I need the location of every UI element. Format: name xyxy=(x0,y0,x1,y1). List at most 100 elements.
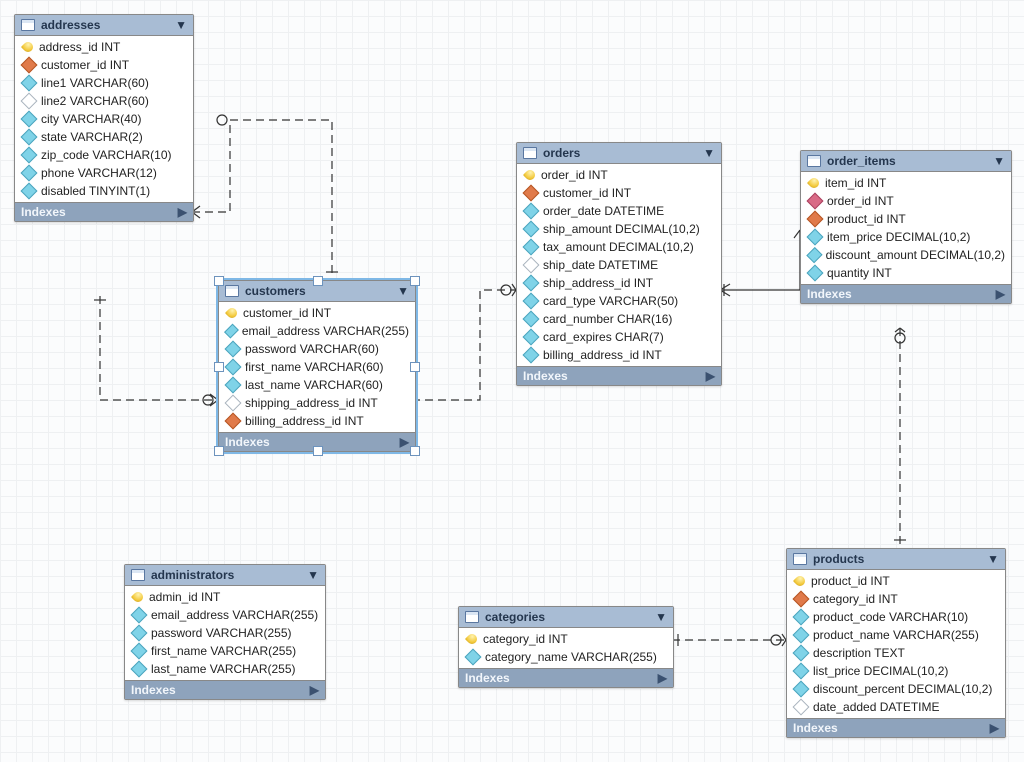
column[interactable]: ship_date DATETIME xyxy=(517,256,721,274)
table-customers[interactable]: customers ▼ customer_id INTemail_address… xyxy=(218,280,416,452)
table-header[interactable]: categories ▼ xyxy=(459,607,673,628)
table-title: products xyxy=(813,552,864,566)
table-administrators[interactable]: administrators ▼ admin_id INTemail_addre… xyxy=(124,564,326,700)
erd-canvas[interactable]: .rel{stroke:#333;stroke-width:1.2;fill:n… xyxy=(0,0,1024,762)
table-header[interactable]: orders ▼ xyxy=(517,143,721,164)
table-header[interactable]: addresses ▼ xyxy=(15,15,193,36)
column[interactable]: disabled TINYINT(1) xyxy=(15,182,193,200)
column-label: card_number CHAR(16) xyxy=(543,312,672,326)
table-categories[interactable]: categories ▼ category_id INTcategory_nam… xyxy=(458,606,674,688)
key-icon xyxy=(131,590,145,604)
chevron-down-icon[interactable]: ▼ xyxy=(987,552,999,566)
column[interactable]: password VARCHAR(255) xyxy=(125,624,325,642)
column[interactable]: city VARCHAR(40) xyxy=(15,110,193,128)
resize-handle[interactable] xyxy=(214,362,224,372)
column[interactable]: shipping_address_id INT xyxy=(219,394,415,412)
table-header[interactable]: products ▼ xyxy=(787,549,1005,570)
chevron-down-icon[interactable]: ▼ xyxy=(655,610,667,624)
column[interactable]: list_price DECIMAL(10,2) xyxy=(787,662,1005,680)
column[interactable]: card_expires CHAR(7) xyxy=(517,328,721,346)
column[interactable]: card_number CHAR(16) xyxy=(517,310,721,328)
column[interactable]: product_id INT xyxy=(801,210,1011,228)
column[interactable]: item_id INT xyxy=(801,174,1011,192)
indexes-footer[interactable]: Indexes ▶ xyxy=(517,366,721,385)
resize-handle[interactable] xyxy=(313,276,323,286)
column-label: product_code VARCHAR(10) xyxy=(813,610,968,624)
resize-handle[interactable] xyxy=(214,276,224,286)
resize-handle[interactable] xyxy=(410,276,420,286)
indexes-footer[interactable]: Indexes ▶ xyxy=(15,202,193,221)
column[interactable]: description TEXT xyxy=(787,644,1005,662)
column[interactable]: customer_id INT xyxy=(517,184,721,202)
column[interactable]: line1 VARCHAR(60) xyxy=(15,74,193,92)
table-header[interactable]: administrators ▼ xyxy=(125,565,325,586)
column[interactable]: customer_id INT xyxy=(219,304,415,322)
column[interactable]: card_type VARCHAR(50) xyxy=(517,292,721,310)
indexes-footer[interactable]: Indexes ▶ xyxy=(801,284,1011,303)
resize-handle[interactable] xyxy=(313,446,323,456)
column[interactable]: address_id INT xyxy=(15,38,193,56)
column[interactable]: product_id INT xyxy=(787,572,1005,590)
column[interactable]: date_added DATETIME xyxy=(787,698,1005,716)
resize-handle[interactable] xyxy=(410,446,420,456)
chevron-down-icon[interactable]: ▼ xyxy=(307,568,319,582)
column-icon xyxy=(523,347,540,364)
column[interactable]: ship_amount DECIMAL(10,2) xyxy=(517,220,721,238)
chevron-down-icon[interactable]: ▼ xyxy=(175,18,187,32)
column[interactable]: customer_id INT xyxy=(15,56,193,74)
column-label: password VARCHAR(60) xyxy=(245,342,379,356)
column[interactable]: email_address VARCHAR(255) xyxy=(219,322,415,340)
table-order-items[interactable]: order_items ▼ item_id INTorder_id INTpro… xyxy=(800,150,1012,304)
indexes-footer[interactable]: Indexes ▶ xyxy=(787,718,1005,737)
table-header[interactable]: order_items ▼ xyxy=(801,151,1011,172)
column-label: ship_amount DECIMAL(10,2) xyxy=(543,222,700,236)
column-icon xyxy=(131,607,148,624)
chevron-down-icon[interactable]: ▼ xyxy=(397,284,409,298)
column[interactable]: tax_amount DECIMAL(10,2) xyxy=(517,238,721,256)
column-icon xyxy=(807,265,824,282)
resize-handle[interactable] xyxy=(214,446,224,456)
key-icon xyxy=(465,632,479,646)
column[interactable]: email_address VARCHAR(255) xyxy=(125,606,325,624)
column[interactable]: category_id INT xyxy=(459,630,673,648)
column[interactable]: phone VARCHAR(12) xyxy=(15,164,193,182)
column[interactable]: order_id INT xyxy=(517,166,721,184)
column[interactable]: line2 VARCHAR(60) xyxy=(15,92,193,110)
column[interactable]: product_name VARCHAR(255) xyxy=(787,626,1005,644)
chevron-down-icon[interactable]: ▼ xyxy=(703,146,715,160)
column[interactable]: admin_id INT xyxy=(125,588,325,606)
column[interactable]: quantity INT xyxy=(801,264,1011,282)
indexes-footer[interactable]: Indexes ▶ xyxy=(459,668,673,687)
column[interactable]: order_id INT xyxy=(801,192,1011,210)
column[interactable]: category_name VARCHAR(255) xyxy=(459,648,673,666)
column[interactable]: discount_amount DECIMAL(10,2) xyxy=(801,246,1011,264)
column-label: last_name VARCHAR(60) xyxy=(245,378,383,392)
indexes-footer[interactable]: Indexes ▶ xyxy=(125,680,325,699)
column[interactable]: discount_percent DECIMAL(10,2) xyxy=(787,680,1005,698)
column-icon xyxy=(131,661,148,678)
foreign-key-icon xyxy=(225,413,242,430)
column[interactable]: product_code VARCHAR(10) xyxy=(787,608,1005,626)
table-icon xyxy=(465,611,479,623)
resize-handle[interactable] xyxy=(410,362,420,372)
column[interactable]: state VARCHAR(2) xyxy=(15,128,193,146)
column[interactable]: category_id INT xyxy=(787,590,1005,608)
column[interactable]: last_name VARCHAR(60) xyxy=(219,376,415,394)
table-addresses[interactable]: addresses ▼ address_id INTcustomer_id IN… xyxy=(14,14,194,222)
column[interactable]: last_name VARCHAR(255) xyxy=(125,660,325,678)
column[interactable]: ship_address_id INT xyxy=(517,274,721,292)
table-orders[interactable]: orders ▼ order_id INTcustomer_id INT orde… xyxy=(516,142,722,386)
table-products[interactable]: products ▼ product_id INTcategory_id INT… xyxy=(786,548,1006,738)
column-label: first_name VARCHAR(60) xyxy=(245,360,383,374)
chevron-down-icon[interactable]: ▼ xyxy=(993,154,1005,168)
column[interactable]: item_price DECIMAL(10,2) xyxy=(801,228,1011,246)
column-icon xyxy=(523,257,540,274)
column[interactable]: password VARCHAR(60) xyxy=(219,340,415,358)
column[interactable]: first_name VARCHAR(255) xyxy=(125,642,325,660)
column[interactable]: billing_address_id INT xyxy=(517,346,721,364)
column-label: order_date DATETIME xyxy=(543,204,664,218)
column[interactable]: first_name VARCHAR(60) xyxy=(219,358,415,376)
column[interactable]: zip_code VARCHAR(10) xyxy=(15,146,193,164)
column[interactable]: billing_address_id INT xyxy=(219,412,415,430)
column[interactable]: order_date DATETIME xyxy=(517,202,721,220)
